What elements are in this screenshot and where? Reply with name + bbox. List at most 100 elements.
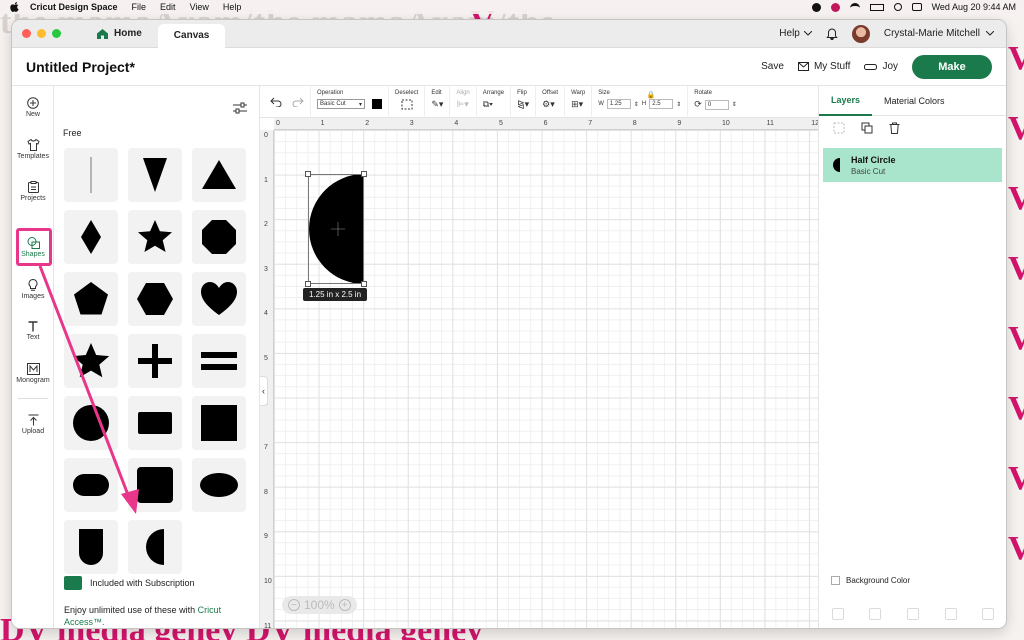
shape-tile-line[interactable] — [64, 148, 118, 202]
edit-toolbar: Operation Basic Cut ▾ Deselect Edit ✎▾ Al… — [260, 86, 818, 118]
resize-handle[interactable] — [305, 171, 311, 177]
operation-select[interactable]: Basic Cut ▾ — [317, 99, 365, 109]
shape-tile-rounded-rect[interactable] — [64, 458, 118, 512]
zoom-window-button[interactable] — [52, 29, 61, 38]
shape-tile-circle[interactable] — [64, 396, 118, 450]
collapse-panel-button[interactable]: ‹ — [260, 376, 268, 406]
apple-icon[interactable] — [10, 2, 20, 12]
shape-tile-rounded-square[interactable] — [128, 458, 182, 512]
my-stuff-button[interactable]: My Stuff — [797, 61, 850, 72]
menu-file[interactable]: File — [132, 2, 147, 12]
width-stepper-icon[interactable]: ⇕ — [634, 101, 639, 108]
shape-tile-equals[interactable] — [192, 334, 246, 388]
contour-icon[interactable] — [982, 608, 995, 620]
tab-material-colors[interactable]: Material Colors — [872, 86, 957, 116]
filter-icon[interactable] — [233, 102, 247, 114]
shape-tile-octagon[interactable] — [192, 210, 246, 264]
shape-tile-hexagon[interactable] — [128, 272, 182, 326]
duplicate-icon[interactable] — [861, 122, 873, 134]
flatten-icon[interactable] — [944, 608, 957, 620]
tab-home[interactable]: Home — [81, 20, 158, 48]
joy-button[interactable]: Joy — [864, 61, 898, 72]
extension-icon[interactable] — [830, 2, 840, 12]
lock-icon[interactable]: 🔒 — [647, 91, 656, 99]
shape-tile-plus[interactable] — [128, 334, 182, 388]
user-menu[interactable]: Crystal-Marie Mitchell — [884, 28, 994, 39]
dimension-badge: 1.25 in x 2.5 in — [303, 288, 368, 301]
avatar[interactable] — [851, 24, 870, 43]
undo-icon[interactable] — [270, 97, 282, 107]
menu-view[interactable]: View — [190, 2, 209, 12]
background-color-checkbox[interactable] — [831, 576, 840, 585]
shape-tile-rectangle[interactable] — [128, 396, 182, 450]
rail-item-upload[interactable]: Upload — [12, 403, 54, 445]
minimize-window-button[interactable] — [37, 29, 46, 38]
height-input[interactable]: 2.5 — [649, 99, 674, 109]
shape-tile-heart[interactable] — [192, 272, 246, 326]
deselect-group[interactable]: Deselect — [389, 86, 426, 118]
shape-tile-triangle-down[interactable] — [128, 148, 182, 202]
menu-help[interactable]: Help — [223, 2, 242, 12]
shape-tile-oval[interactable] — [192, 458, 246, 512]
shape-tile-square[interactable] — [192, 396, 246, 450]
close-window-button[interactable] — [22, 29, 31, 38]
shape-tile-u-shape[interactable] — [64, 520, 118, 574]
width-input[interactable]: 1.25 — [606, 99, 631, 109]
ruler-horizontal: 0 1 2 3 4 5 6 7 8 9 10 11 12 — [274, 118, 818, 130]
edit-group[interactable]: Edit ✎▾ — [425, 86, 451, 118]
shape-tile-diamond[interactable] — [64, 210, 118, 264]
align-group[interactable]: Align ⊫▾ — [450, 86, 477, 118]
control-center-icon[interactable] — [911, 3, 922, 11]
resize-handle[interactable] — [361, 171, 367, 177]
zoom-in-button[interactable]: + — [338, 599, 351, 611]
color-swatch[interactable] — [372, 99, 382, 109]
shape-tile-triangle[interactable] — [192, 148, 246, 202]
layer-item[interactable]: Half Circle Basic Cut — [823, 148, 1002, 182]
shape-tile-half-circle[interactable] — [128, 520, 182, 574]
search-icon[interactable] — [893, 3, 902, 11]
selection-box[interactable] — [305, 171, 367, 287]
shape-tile-star[interactable] — [128, 210, 182, 264]
rail-item-projects[interactable]: Projects — [12, 170, 54, 212]
rotate-input[interactable]: 0 — [704, 99, 729, 110]
menu-app-name[interactable]: Cricut Design Space — [30, 2, 118, 12]
shape-tile-star-5[interactable] — [64, 334, 118, 388]
menu-edit[interactable]: Edit — [160, 2, 176, 12]
record-icon[interactable] — [811, 2, 821, 12]
rail-item-text[interactable]: Text — [12, 310, 54, 352]
background-color-row[interactable]: Background Color — [831, 576, 910, 585]
battery-icon[interactable] — [869, 3, 884, 11]
warp-group[interactable]: Warp ⊞▾ — [565, 86, 593, 118]
attach-icon[interactable] — [906, 608, 919, 620]
help-button[interactable]: Help — [779, 28, 812, 39]
trash-icon[interactable] — [889, 122, 900, 134]
bell-icon[interactable] — [826, 27, 838, 40]
cricut-access-link[interactable]: Cricut — [198, 605, 222, 615]
menubar-datetime[interactable]: Wed Aug 20 9:44 AM — [932, 2, 1016, 12]
offset-group[interactable]: Offset ⚙▾ — [536, 86, 566, 118]
tab-canvas[interactable]: Canvas — [157, 23, 226, 48]
zoom-out-button[interactable]: − — [288, 599, 300, 611]
rotate-stepper-icon[interactable]: ⇕ — [732, 101, 737, 108]
rail-item-new[interactable]: New — [12, 86, 54, 128]
height-stepper-icon[interactable]: ⇕ — [676, 101, 681, 108]
resize-handle[interactable] — [305, 281, 311, 287]
flip-group[interactable]: Flip ⧎▾ — [511, 86, 537, 118]
arrange-group[interactable]: Arrange ⧉▾ — [477, 86, 512, 118]
tab-layers[interactable]: Layers — [819, 86, 873, 116]
rail-item-images[interactable]: Images — [12, 268, 54, 310]
rail-item-templates[interactable]: Templates — [12, 128, 54, 170]
ungroup-icon[interactable] — [833, 122, 845, 134]
save-button[interactable]: Save — [761, 61, 784, 72]
redo-icon[interactable] — [292, 97, 304, 107]
combine-icon[interactable] — [869, 608, 882, 620]
cricut-access-link-2[interactable]: Access™. — [64, 617, 105, 627]
wifi-icon[interactable] — [849, 2, 860, 12]
rail-item-monogram[interactable]: Monogram — [12, 352, 54, 394]
resize-handle[interactable] — [361, 281, 367, 287]
project-title[interactable]: Untitled Project* — [26, 59, 135, 75]
shape-tile-pentagon[interactable] — [64, 272, 118, 326]
make-button[interactable]: Make — [912, 54, 992, 79]
design-canvas[interactable]: 0123456789101112 01234567891011 1.25 in … — [260, 118, 818, 628]
slice-icon[interactable] — [831, 608, 844, 620]
